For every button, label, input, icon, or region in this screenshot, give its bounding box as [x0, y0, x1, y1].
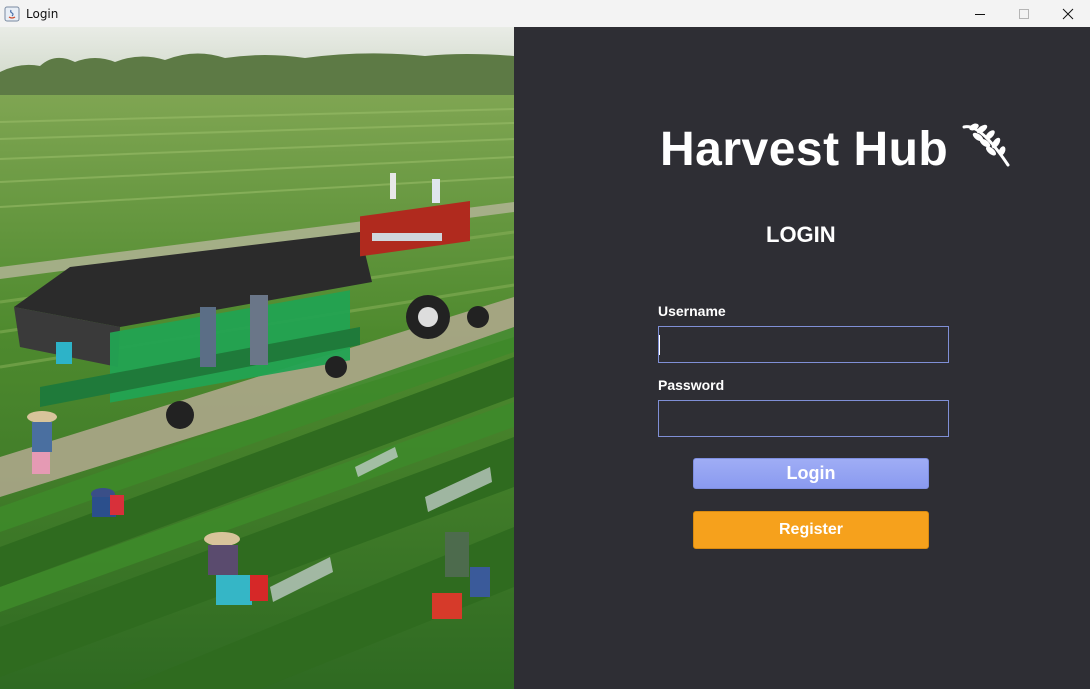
text-cursor — [659, 335, 660, 355]
minimize-icon — [975, 13, 985, 15]
username-label: Username — [658, 303, 726, 319]
login-button[interactable]: Login — [693, 458, 929, 489]
farm-field-image — [0, 27, 514, 689]
password-field[interactable] — [658, 400, 949, 437]
username-field[interactable] — [658, 326, 949, 363]
maximize-icon — [1019, 8, 1029, 19]
close-icon — [1062, 8, 1074, 19]
login-panel: Harvest Hub LOGIN Username Password Logi… — [514, 27, 1090, 689]
window-title: Login — [26, 6, 59, 21]
java-app-icon — [4, 6, 20, 22]
window-titlebar: Login — [0, 0, 1090, 27]
login-heading: LOGIN — [766, 222, 836, 247]
brand-header: Harvest Hub — [660, 122, 1012, 177]
close-button[interactable] — [1046, 0, 1090, 27]
app-title: Harvest Hub — [660, 123, 949, 176]
wheat-icon — [960, 121, 1012, 174]
register-button[interactable]: Register — [693, 511, 929, 549]
password-label: Password — [658, 377, 725, 393]
maximize-button[interactable] — [1002, 0, 1046, 27]
minimize-button[interactable] — [958, 0, 1002, 27]
